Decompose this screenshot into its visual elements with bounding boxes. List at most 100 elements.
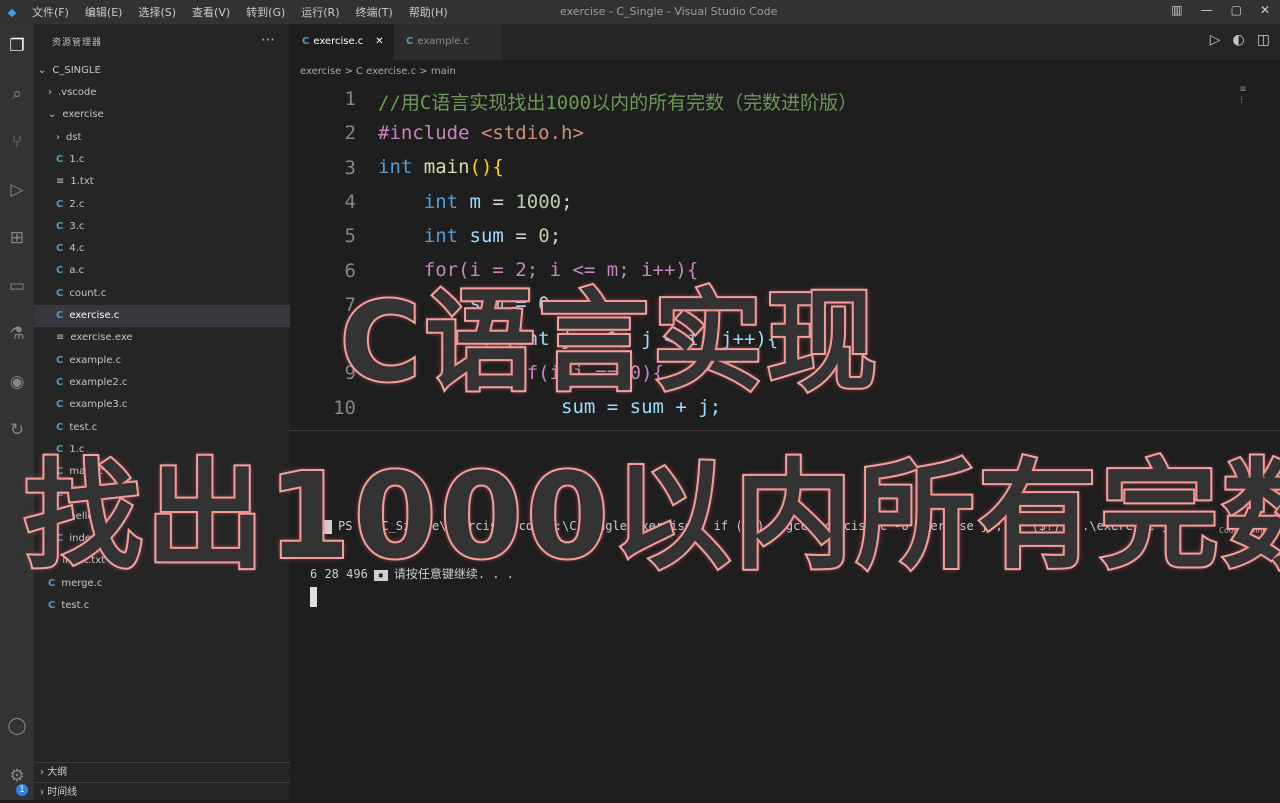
c-file-icon: C bbox=[56, 466, 64, 478]
c-file-icon: C bbox=[56, 287, 64, 299]
c-file-icon: C bbox=[56, 443, 64, 455]
tree-item[interactable]: Ca.c bbox=[34, 260, 312, 282]
c-file-icon: C bbox=[56, 243, 64, 255]
tree-item-label: example.c bbox=[69, 354, 122, 366]
code-line-2: #include <stdio.h> bbox=[378, 122, 584, 144]
remote-explorer-icon[interactable]: ▭ bbox=[0, 276, 34, 296]
layout-icon[interactable]: ▥ bbox=[1171, 3, 1182, 17]
tree-item-label: exercise bbox=[62, 109, 104, 121]
terminal-panel[interactable]: PS D:\C_Single\exercise> cd 'd:\C_Single… bbox=[290, 430, 1280, 801]
tree-item-label: exercise.exe bbox=[70, 332, 133, 344]
c-file-icon: C bbox=[48, 577, 56, 589]
tree-item[interactable]: Cmain.c bbox=[34, 461, 312, 483]
menu-edit[interactable]: 编辑(E) bbox=[77, 4, 131, 20]
settings-gear-icon[interactable]: ⚙ bbox=[0, 766, 34, 786]
source-control-icon[interactable]: ⑂ bbox=[0, 132, 34, 152]
maximize-icon[interactable]: ▢ bbox=[1231, 3, 1242, 17]
menu-view[interactable]: 查看(V) bbox=[184, 4, 238, 20]
terminal-output: 6 28 496 ▪ 请按任意键继续. . . bbox=[310, 567, 514, 581]
c-file-icon: C bbox=[56, 399, 64, 411]
menu-run[interactable]: 运行(R) bbox=[293, 4, 347, 20]
title-bar: ◆ 文件(F) 编辑(E) 选择(S) 查看(V) 转到(G) 运行(R) 终端… bbox=[0, 0, 1280, 24]
tree-item[interactable]: C 3.c bbox=[34, 216, 312, 238]
search-icon[interactable]: ⌕ bbox=[0, 84, 34, 104]
workspace-root[interactable]: ⌄ C_SINGLE bbox=[34, 60, 294, 82]
tree-item[interactable]: Ctest.c bbox=[34, 483, 312, 505]
tree-item[interactable]: C 2.c bbox=[34, 194, 312, 216]
line-number: 5 bbox=[344, 225, 356, 248]
close-window-icon[interactable]: ✕ bbox=[1260, 3, 1270, 17]
tree-item[interactable]: › .vscode bbox=[34, 82, 304, 104]
window-title: exercise - C_Single - Visual Studio Code bbox=[560, 5, 778, 18]
testing-icon[interactable]: ⚗ bbox=[0, 324, 34, 344]
close-tab-icon[interactable]: ✕ bbox=[375, 36, 383, 47]
tree-item-label: dst bbox=[66, 131, 82, 143]
tree-item[interactable]: ⌄ exercise bbox=[34, 104, 304, 126]
compare-icon[interactable]: ◐ bbox=[1233, 32, 1245, 48]
terminal-cursor bbox=[310, 587, 317, 607]
tree-item[interactable]: C 4.c bbox=[34, 238, 312, 260]
tree-item-label: 1.txt bbox=[70, 176, 94, 188]
tab-exercise[interactable]: Cexercise.c ✕ bbox=[290, 24, 402, 60]
tree-item[interactable]: ≡ input.txt bbox=[34, 550, 304, 572]
tree-item-label: 3.c bbox=[69, 220, 85, 232]
c-file-icon: C bbox=[56, 265, 64, 277]
menu-go[interactable]: 转到(G) bbox=[238, 4, 293, 20]
line-number: 4 bbox=[344, 190, 356, 213]
tree-item-label: main.c bbox=[69, 466, 104, 478]
tree-item[interactable]: Ccount.c bbox=[34, 283, 312, 305]
tree-item[interactable]: Cmerge.c bbox=[34, 573, 304, 595]
outline-section[interactable]: › 大纲 bbox=[34, 762, 296, 783]
menu-selection[interactable]: 选择(S) bbox=[130, 4, 184, 20]
code-line-10: sum = sum + j; bbox=[561, 396, 722, 418]
tree-item[interactable]: Cexercise.c bbox=[34, 305, 312, 327]
line-number: 6 bbox=[344, 259, 356, 282]
code-line-5: int sum = 0; bbox=[423, 225, 562, 247]
tree-item-label: 1.c bbox=[69, 153, 85, 165]
share-icon[interactable]: ↻ bbox=[0, 420, 34, 440]
tree-item-label: example3.c bbox=[69, 399, 128, 411]
run-debug-icon[interactable]: ▷ bbox=[0, 180, 34, 200]
c-file-icon: C bbox=[56, 421, 64, 433]
more-actions-icon[interactable]: ⋯ bbox=[261, 32, 276, 48]
chevron-down-icon: ⌄ bbox=[48, 109, 57, 121]
minimize-icon[interactable]: — bbox=[1201, 3, 1213, 17]
tree-item[interactable]: C 1.c bbox=[34, 149, 312, 171]
tree-item[interactable]: Ctest.c bbox=[34, 417, 312, 439]
tree-item-label: index.c bbox=[69, 533, 106, 544]
tree-item[interactable]: Cexample3.c bbox=[34, 394, 312, 416]
tree-item[interactable]: Chello.c bbox=[34, 506, 312, 528]
code-editor[interactable]: 1 2 3 4 5 6 7 8 9 10 //用C语言实现找出1000以内的所有完数（完数进阶版）… bbox=[290, 84, 1280, 429]
c-file-icon: C bbox=[56, 354, 64, 366]
tree-item[interactable]: C 1.c bbox=[34, 439, 312, 461]
explorer-icon[interactable]: ❐ bbox=[0, 36, 34, 56]
tab-example[interactable]: Cexample.c bbox=[394, 24, 502, 60]
extensions-icon[interactable]: ⊞ bbox=[0, 228, 34, 248]
tree-item[interactable]: Cexample2.c bbox=[34, 372, 312, 394]
line-number: 8 bbox=[344, 328, 356, 351]
chevron-right-icon: › bbox=[40, 787, 44, 798]
line-number: 9 bbox=[344, 362, 356, 385]
c-file-icon: C bbox=[56, 510, 64, 522]
menu-terminal[interactable]: 终端(T) bbox=[348, 4, 401, 20]
tree-item[interactable]: ≡ 1.txt bbox=[34, 171, 312, 193]
account-icon[interactable]: ◯ bbox=[0, 716, 34, 736]
menu-file[interactable]: 文件(F) bbox=[24, 4, 77, 20]
tree-item[interactable]: Cindex.c bbox=[34, 528, 312, 550]
explorer-title: 资源管理器 bbox=[52, 37, 103, 48]
breadcrumb[interactable]: exercise > C exercise.c > main bbox=[300, 62, 456, 82]
split-editor-icon[interactable]: ◫ bbox=[1257, 32, 1270, 48]
minimap[interactable]: ≡ ⁝ bbox=[1240, 84, 1266, 114]
github-icon[interactable]: ◉ bbox=[0, 372, 34, 392]
terminal-command: PS D:\C_Single\exercise> cd 'd:\C_Single… bbox=[310, 519, 1169, 534]
tree-item[interactable]: ≡ exercise.exe bbox=[34, 327, 312, 349]
run-code-icon[interactable]: ▷ bbox=[1210, 32, 1221, 48]
code-line-3: int main(){ bbox=[378, 156, 504, 178]
tree-item[interactable]: › dst bbox=[34, 127, 312, 149]
menu-help[interactable]: 帮助(H) bbox=[401, 4, 456, 20]
tree-item[interactable]: Cexample.c bbox=[34, 350, 312, 372]
chevron-right-icon: › bbox=[56, 131, 60, 143]
terminal-instance-label[interactable]: Code Runner bbox=[1219, 526, 1272, 535]
c-file-icon: C bbox=[56, 220, 64, 232]
tree-item[interactable]: Ctest.c bbox=[34, 595, 304, 617]
